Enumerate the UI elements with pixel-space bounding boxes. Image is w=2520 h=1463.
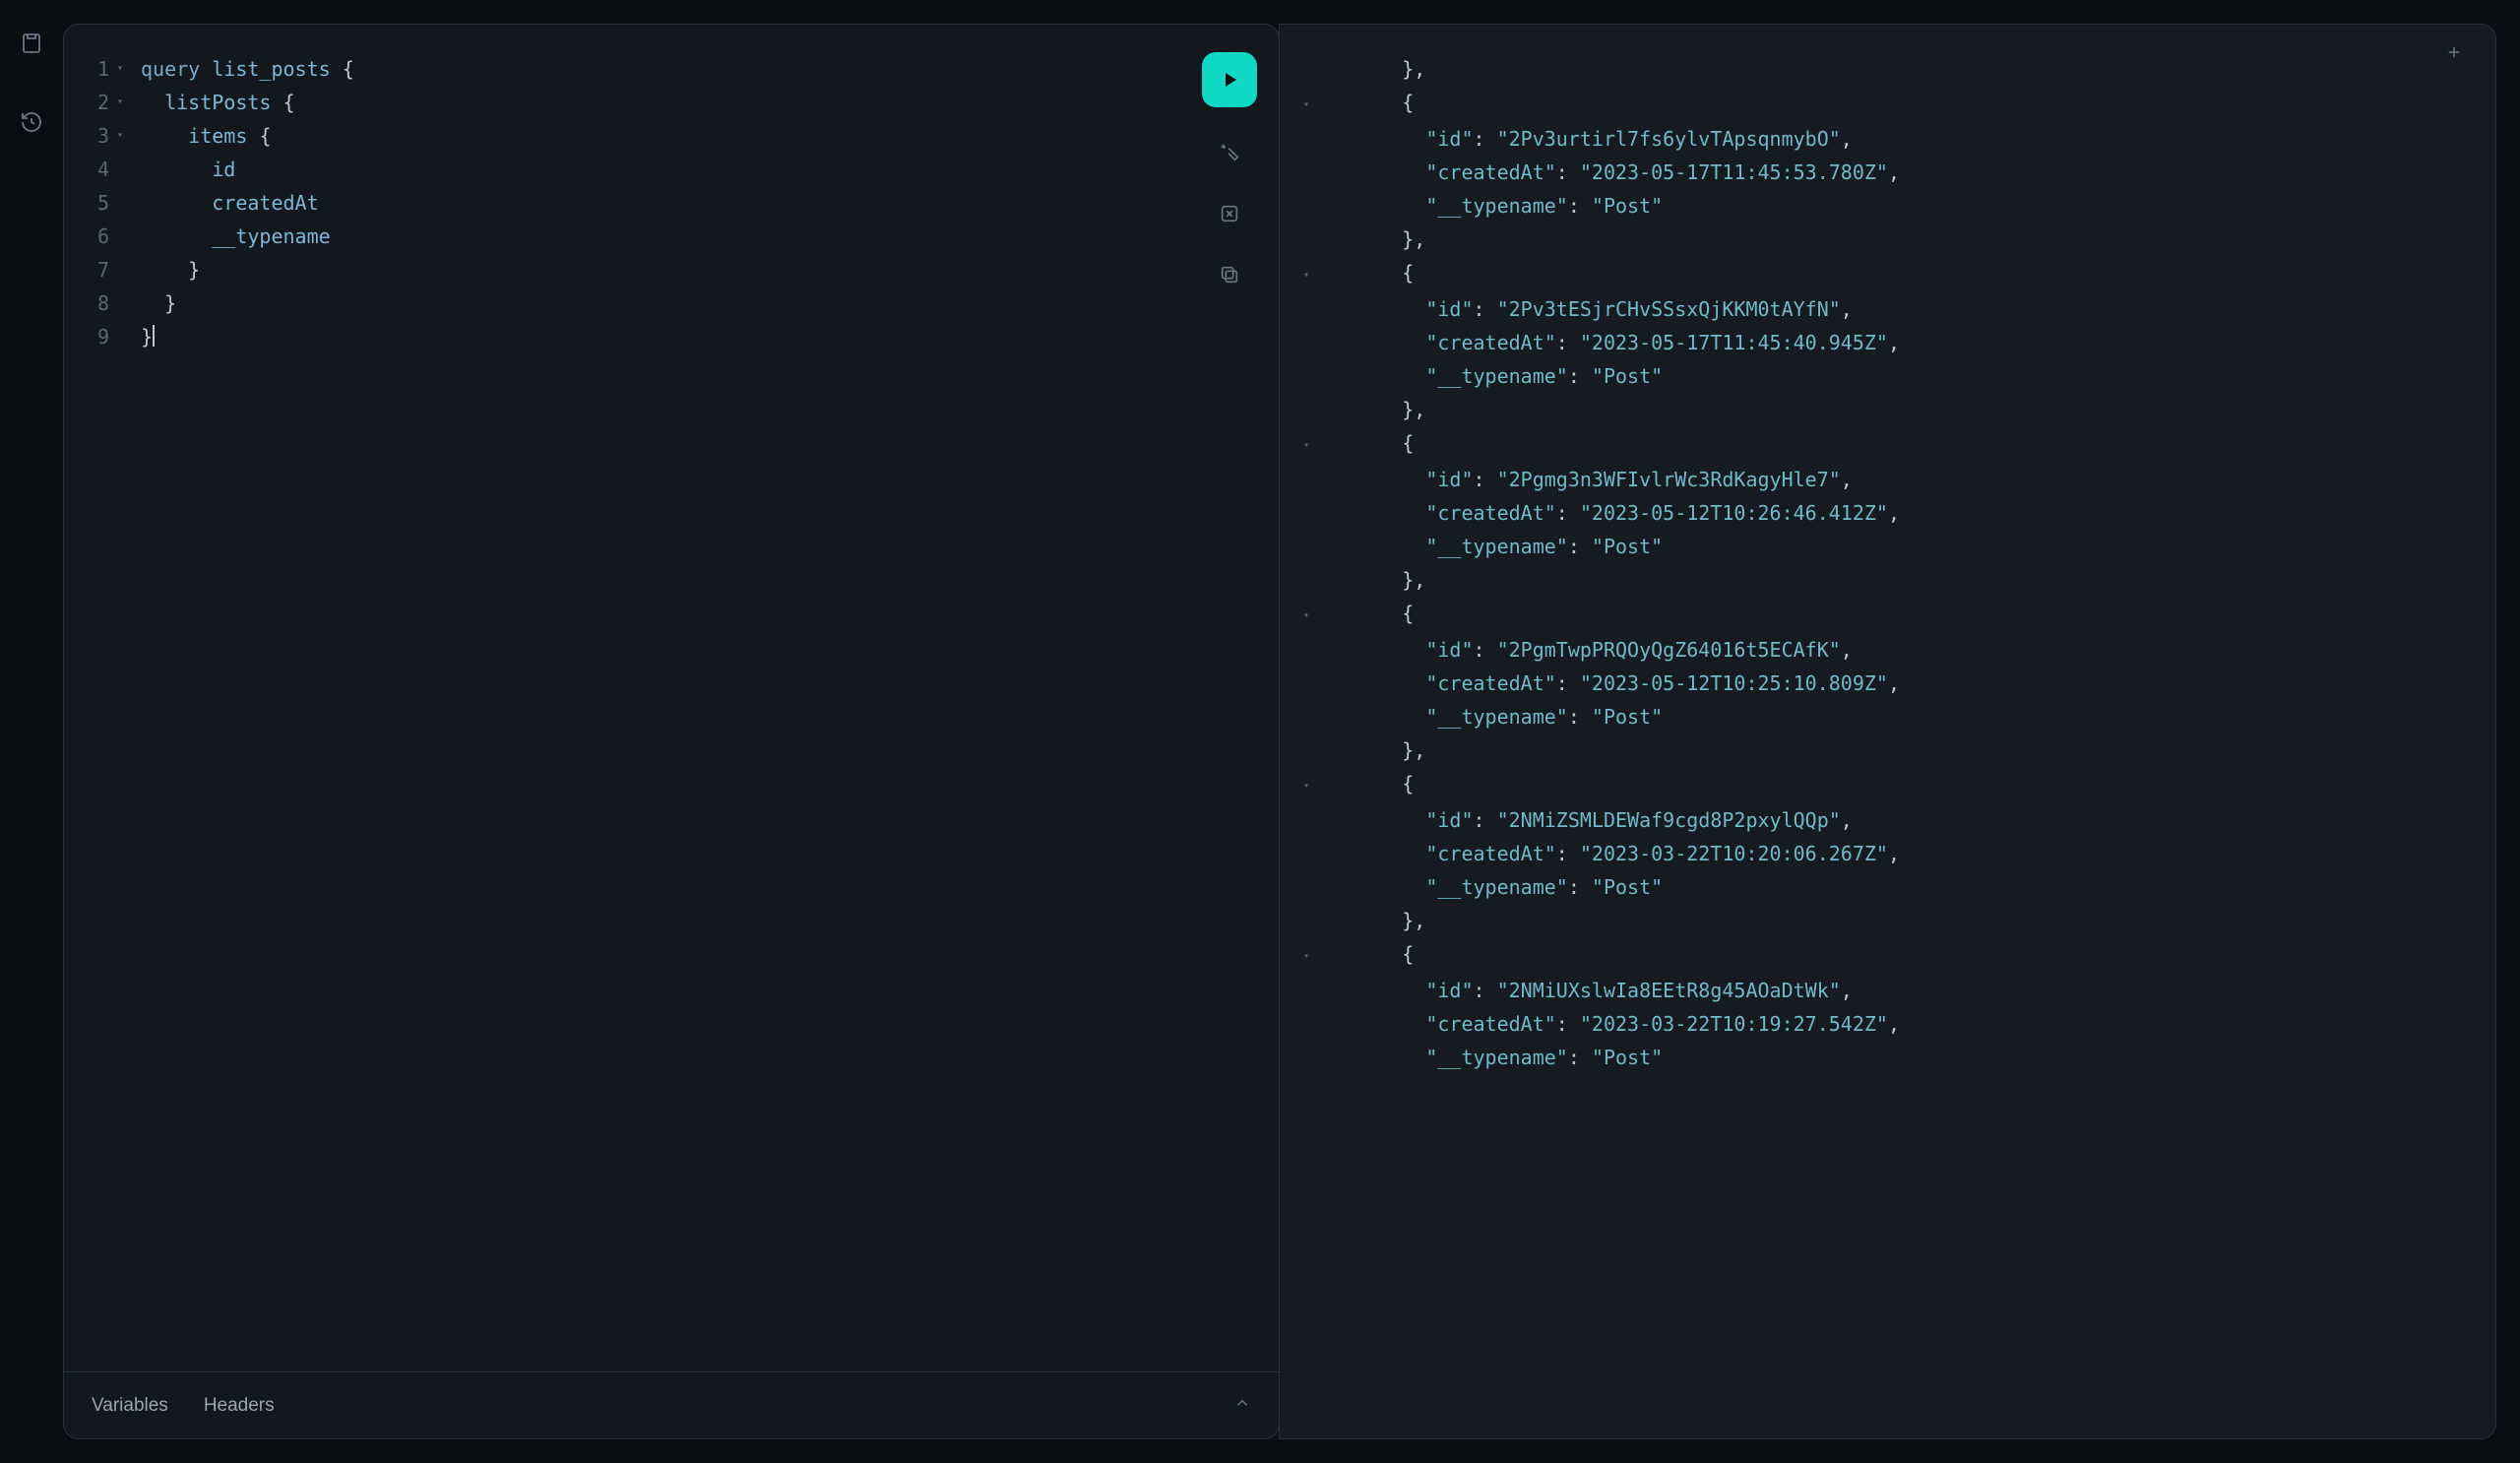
editor-bottom-bar: Variables Headers: [64, 1371, 1279, 1438]
response-topbar: [1280, 25, 2495, 80]
docs-icon[interactable]: [16, 28, 47, 59]
run-button[interactable]: [1202, 52, 1257, 107]
query-editor[interactable]: 1▾2▾3▾456789 query list_posts { listPost…: [64, 25, 1279, 1371]
add-tab-icon[interactable]: [2440, 38, 2468, 66]
response-pane: }, ▾ { "id": "2Pv3urtirl7fs6ylvTApsqnmyb…: [1279, 24, 2496, 1439]
tab-variables[interactable]: Variables: [92, 1395, 168, 1417]
editor-actions: [1202, 52, 1257, 290]
merge-fragments-icon[interactable]: [1214, 198, 1245, 229]
query-editor-pane: 1▾2▾3▾456789 query list_posts { listPost…: [63, 24, 1280, 1439]
copy-icon[interactable]: [1214, 259, 1245, 290]
query-code[interactable]: query list_posts { listPosts { items { i…: [119, 52, 1279, 1360]
expand-bottom-panel-icon[interactable]: [1233, 1394, 1251, 1418]
tab-headers[interactable]: Headers: [204, 1395, 275, 1417]
prettify-icon[interactable]: [1214, 137, 1245, 168]
left-sidebar: [0, 0, 63, 1463]
workspace: 1▾2▾3▾456789 query list_posts { listPost…: [63, 0, 2520, 1463]
response-json[interactable]: }, ▾ { "id": "2Pv3urtirl7fs6ylvTApsqnmyb…: [1280, 25, 2495, 1438]
history-icon[interactable]: [16, 106, 47, 138]
line-number-gutter: 1▾2▾3▾456789: [64, 52, 119, 1360]
